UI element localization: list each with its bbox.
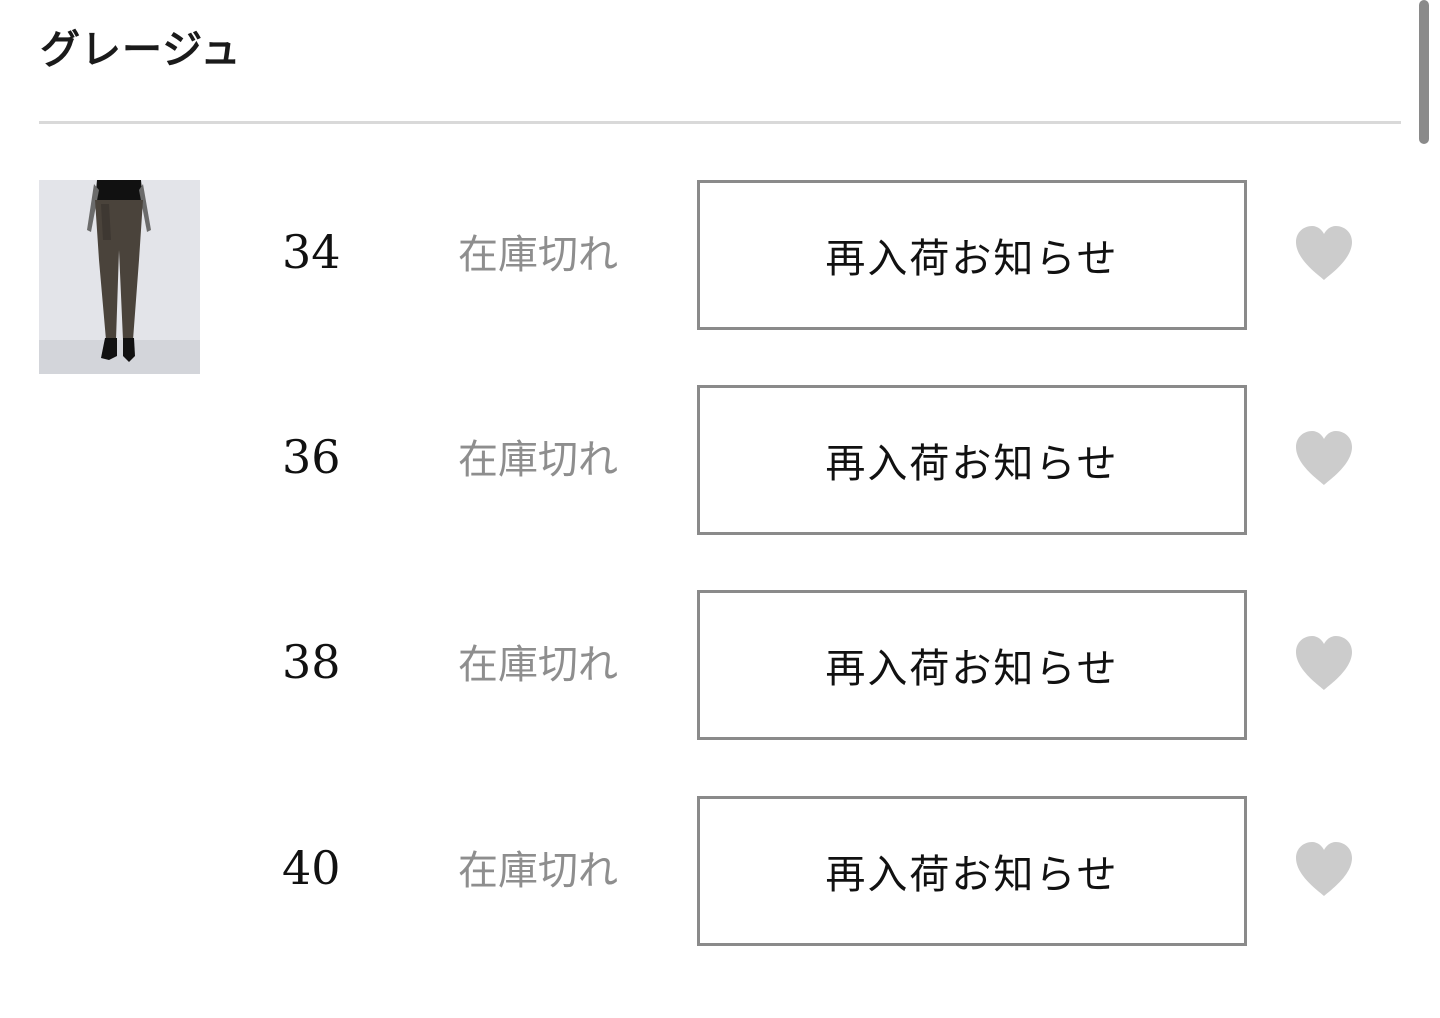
stock-status-text: 在庫切れ: [458, 437, 618, 483]
stock-status-text: 在庫切れ: [458, 848, 618, 894]
restock-notify-label: 再入荷お知らせ: [825, 441, 1119, 487]
heart-icon: [1296, 431, 1352, 485]
size-row: 34 在庫切れ 再入荷お知らせ: [0, 180, 1440, 330]
restock-notify-button[interactable]: 再入荷お知らせ: [697, 180, 1247, 330]
favorite-button[interactable]: [1292, 838, 1356, 902]
favorite-button[interactable]: [1292, 632, 1356, 696]
size-label: 38: [282, 635, 341, 689]
size-row: 38 在庫切れ 再入荷お知らせ: [0, 590, 1440, 740]
restock-notify-label: 再入荷お知らせ: [825, 646, 1119, 692]
size-row: 40 在庫切れ 再入荷お知らせ: [0, 796, 1440, 946]
heart-icon: [1296, 842, 1352, 896]
size-label: 40: [282, 841, 341, 895]
scrollbar-thumb[interactable]: [1419, 0, 1429, 144]
favorite-button[interactable]: [1292, 427, 1356, 491]
restock-notify-button[interactable]: 再入荷お知らせ: [697, 796, 1247, 946]
heart-icon: [1296, 636, 1352, 690]
stock-status-text: 在庫切れ: [458, 642, 618, 688]
size-label: 36: [282, 430, 341, 484]
restock-notify-label: 再入荷お知らせ: [825, 236, 1119, 282]
restock-notify-button[interactable]: 再入荷お知らせ: [697, 385, 1247, 535]
restock-notify-button[interactable]: 再入荷お知らせ: [697, 590, 1247, 740]
heart-icon: [1296, 226, 1352, 280]
stock-status-text: 在庫切れ: [458, 232, 618, 278]
favorite-button[interactable]: [1292, 222, 1356, 286]
size-label: 34: [282, 225, 341, 279]
size-row: 36 在庫切れ 再入荷お知らせ: [0, 385, 1440, 535]
color-name-heading: グレージュ: [40, 27, 242, 73]
divider: [39, 121, 1401, 124]
restock-notify-label: 再入荷お知らせ: [825, 852, 1119, 898]
